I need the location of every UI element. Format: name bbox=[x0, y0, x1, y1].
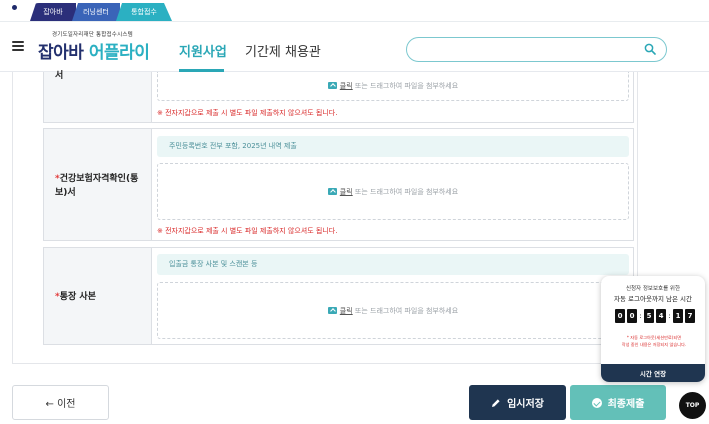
countdown-digit: 7 bbox=[685, 309, 695, 323]
temp-save-label: 임시저장 bbox=[507, 399, 544, 410]
row-label: *건강보험자격확인(통 보)서 bbox=[55, 172, 138, 200]
row-label: 서 bbox=[55, 71, 64, 81]
tab-integrated-apply[interactable]: 통합접수 bbox=[116, 3, 172, 21]
countdown-separator: : bbox=[639, 312, 642, 320]
e-wallet-notice: ※ 전자지갑으로 제출 시 별도 파일 제출하지 않으셔도 됩니다. bbox=[157, 227, 338, 235]
row-hint: 입출금 통장 사본 및 스캔본 등 bbox=[157, 254, 629, 275]
session-note-line1: * 자동 로그아웃(세션만료)되면 bbox=[626, 335, 682, 340]
drop-zone-instruction: 또는 드래그하여 파일을 첨부하세요 bbox=[352, 82, 459, 90]
logo-subtitle: 경기도일자리재단 통합접수시스템 bbox=[52, 32, 133, 38]
file-drop-zone[interactable]: 클릭 또는 드래그하여 파일을 첨부하세요 bbox=[157, 72, 629, 101]
drop-zone-instruction: 또는 드래그하여 파일을 첨부하세요 bbox=[352, 187, 459, 196]
temp-save-button[interactable]: 임시저장 bbox=[469, 385, 566, 420]
upload-click-link[interactable]: 클릭 bbox=[340, 188, 353, 196]
logo-text-1: 잡아바 bbox=[38, 43, 89, 63]
top-bar-dot bbox=[12, 5, 17, 10]
upload-click-link[interactable]: 클릭 bbox=[340, 307, 353, 315]
final-submit-button[interactable]: 최종제출 bbox=[570, 385, 666, 420]
search-icon[interactable] bbox=[644, 43, 656, 55]
folder-upload-icon bbox=[327, 187, 337, 195]
logo-text-2: 어플라이 bbox=[88, 43, 150, 63]
countdown-digit: 4 bbox=[656, 309, 666, 323]
file-drop-zone[interactable]: 클릭 또는 드래그하여 파일을 첨부하세요 bbox=[157, 163, 629, 220]
session-info-line2: 자동 로그아웃까지 남은 시간 bbox=[614, 295, 692, 303]
page: 잡아바 러닝센터 통합접수 경기도일자리재단 통합접수시스템 잡아바 어플라이 … bbox=[0, 0, 709, 424]
countdown-separator: : bbox=[668, 312, 671, 320]
row-label-cell: *통장 사본 bbox=[44, 248, 152, 344]
session-timer-popup: 신청자 정보보호를 위한 자동 로그아웃까지 남은 시간 0 0 : 5 4 :… bbox=[601, 276, 705, 382]
nav-fixed-term-jobs[interactable]: 기간제 채용관 bbox=[245, 41, 321, 60]
upload-click-link[interactable]: 클릭 bbox=[340, 82, 353, 90]
row-label-line1: 건강보험자격확인(통 bbox=[59, 174, 139, 184]
countdown-digit: 1 bbox=[673, 309, 683, 323]
top-tab-bar: 잡아바 러닝센터 통합접수 bbox=[0, 0, 709, 22]
session-countdown: 0 0 : 5 4 : 1 7 bbox=[615, 309, 695, 323]
extend-time-button[interactable]: 시간 연장 bbox=[601, 364, 705, 382]
e-wallet-notice: ※ 전자지갑으로 제출 시 별도 파일 제출하지 않으셔도 됩니다. bbox=[157, 109, 338, 117]
folder-upload-icon bbox=[327, 82, 337, 89]
row-label-text: 통장 사본 bbox=[59, 292, 96, 302]
drop-zone-text: 클릭 또는 드래그하여 파일을 첨부하세요 bbox=[158, 306, 628, 316]
folder-upload-icon bbox=[327, 306, 337, 314]
site-logo[interactable]: 잡아바 어플라이 bbox=[38, 38, 150, 63]
countdown-digit: 0 bbox=[615, 309, 625, 323]
row-hint: 주민등록번호 전부 포함, 2025년 내역 제출 bbox=[157, 136, 629, 157]
tab-learning-center[interactable]: 러닝센터 bbox=[72, 3, 120, 21]
check-circle-icon bbox=[591, 397, 602, 408]
drop-zone-text: 클릭 또는 드래그하여 파일을 첨부하세요 bbox=[158, 81, 628, 91]
pencil-icon bbox=[492, 398, 500, 407]
search-input[interactable] bbox=[406, 37, 667, 62]
row-label: *통장 사본 bbox=[55, 290, 96, 304]
row-label-line2: 보)서 bbox=[55, 188, 76, 198]
drop-zone-text: 클릭 또는 드래그하여 파일을 첨부하세요 bbox=[158, 187, 628, 197]
row-label-cell: 서 bbox=[44, 71, 152, 122]
row-label-cell: *건강보험자격확인(통 보)서 bbox=[44, 129, 152, 240]
nav-support-programs[interactable]: 지원사업 bbox=[179, 41, 227, 60]
session-note-line2: 작성 중인 내용은 저장되지 않습니다. bbox=[621, 342, 687, 347]
countdown-digit: 0 bbox=[627, 309, 637, 323]
countdown-digit: 5 bbox=[644, 309, 654, 323]
scroll-top-button[interactable]: TOP bbox=[679, 392, 706, 419]
file-drop-zone[interactable]: 클릭 또는 드래그하여 파일을 첨부하세요 bbox=[157, 282, 629, 339]
prev-button[interactable]: ← 이전 bbox=[12, 385, 109, 420]
site-header: 경기도일자리재단 통합접수시스템 잡아바 어플라이 지원사업 기간제 채용관 bbox=[0, 22, 709, 72]
menu-icon[interactable] bbox=[12, 41, 24, 51]
drop-zone-instruction: 또는 드래그하여 파일을 첨부하세요 bbox=[352, 306, 459, 315]
session-warning-note: * 자동 로그아웃(세션만료)되면 작성 중인 내용은 저장되지 않습니다. bbox=[609, 334, 699, 348]
session-info-line1: 신청자 정보보호를 위한 bbox=[625, 286, 681, 292]
tab-jobaba[interactable]: 잡아바 bbox=[30, 3, 76, 21]
final-submit-label: 최종제출 bbox=[607, 399, 645, 410]
